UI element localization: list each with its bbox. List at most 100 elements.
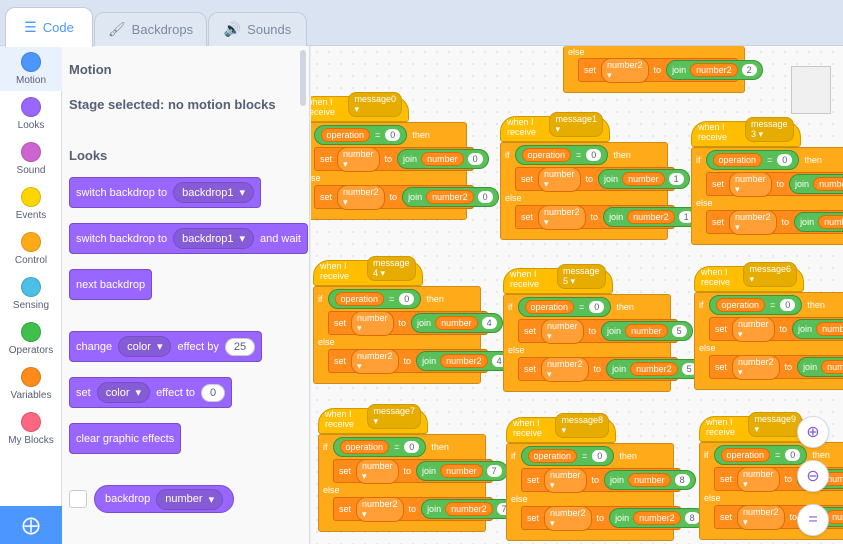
join-block[interactable]: join number2 3 [794, 212, 843, 232]
variable-reporter[interactable]: number2 [426, 190, 474, 204]
join-value[interactable]: 4 [481, 317, 497, 329]
variable-reporter[interactable]: number2 [821, 360, 843, 374]
variable-reporter[interactable]: number2 [818, 215, 843, 229]
join-value[interactable]: 1 [668, 173, 684, 185]
when-i-receive-hat[interactable]: when I receive message 3 ▾ [691, 117, 801, 147]
set-variable-block[interactable]: set number2 ▾ to join number2 1 [515, 204, 700, 230]
join-block[interactable]: join number 1 [598, 169, 690, 189]
variable-reporter[interactable]: number2 [633, 511, 681, 525]
join-block[interactable]: join number 7 [416, 461, 508, 481]
join-block[interactable]: join number2 8 [609, 508, 706, 528]
compare-value[interactable]: 0 [385, 129, 401, 141]
join-block[interactable]: join number2 7 [421, 499, 518, 519]
message-dropdown[interactable]: message7 ▾ [367, 404, 421, 429]
variable-reporter[interactable]: operation [712, 153, 763, 167]
if-else-block[interactable]: if operation = 0 then set number ▾ to jo… [311, 122, 499, 220]
variable-reporter[interactable]: number [622, 172, 665, 186]
join-value[interactable]: 0 [467, 153, 483, 165]
script-workspace[interactable]: else set number2 ▾ to join number2 2 whe… [311, 46, 843, 544]
variable-reporter[interactable]: number [813, 177, 843, 191]
script-message7[interactable]: when I receive message7 ▾ if operation =… [318, 404, 518, 532]
effect-amount-input[interactable]: 25 [224, 337, 256, 356]
add-extension-button[interactable]: ⨁ [0, 506, 62, 544]
join-block[interactable]: join number2 6 [797, 357, 843, 377]
equals-block[interactable]: operation = 0 [514, 145, 609, 165]
variable-reporter[interactable]: operation [320, 128, 371, 142]
join-block[interactable]: join number 8 [604, 470, 696, 490]
variable-dropdown[interactable]: number ▾ [351, 310, 394, 336]
script-message6[interactable]: when I receive message6 ▾ if operation =… [694, 262, 843, 390]
equals-block[interactable]: operation = 0 [713, 445, 808, 465]
set-variable-block[interactable]: set number2 ▾ to join number2 3 [706, 209, 843, 235]
variable-dropdown[interactable]: number ▾ [729, 171, 772, 197]
zoom-in-button[interactable]: ⊕ [797, 416, 829, 448]
set-variable-block[interactable]: set number2 ▾ to join number2 8 [521, 505, 706, 531]
variable-reporter[interactable]: number2 [630, 362, 678, 376]
palette-scrollbar[interactable] [300, 50, 306, 106]
set-variable-block[interactable]: set number ▾ to join number 4 [328, 310, 503, 336]
variable-dropdown[interactable]: number ▾ [544, 467, 587, 493]
join-block[interactable]: join number2 5 [606, 359, 703, 379]
category-operators[interactable]: Operators [0, 316, 62, 361]
variable-dropdown[interactable]: number2 ▾ [729, 209, 777, 235]
variable-dropdown[interactable]: number2 ▾ [351, 348, 399, 374]
join-block[interactable]: join number 3 [789, 174, 843, 194]
variable-reporter[interactable]: operation [715, 298, 766, 312]
tab-code[interactable]: ☰ Code [5, 7, 93, 47]
variable-reporter[interactable]: operation [720, 448, 771, 462]
variable-reporter[interactable]: number2 [445, 502, 493, 516]
variable-dropdown[interactable]: number2 ▾ [541, 356, 589, 382]
if-else-block[interactable]: if operation = 0 then set number ▾ to jo… [500, 142, 700, 240]
backdrop-dropdown[interactable]: backdrop1 ▾ [173, 228, 255, 249]
variable-reporter[interactable]: number [628, 473, 671, 487]
variable-reporter[interactable]: number2 [440, 354, 488, 368]
script-message-5[interactable]: when I receive message 5 ▾ if operation … [503, 264, 703, 392]
when-i-receive-hat[interactable]: when I receive message1 ▾ [500, 112, 610, 142]
if-else-block[interactable]: if operation = 0 then set number ▾ to jo… [691, 147, 843, 245]
variable-dropdown[interactable]: number2 ▾ [544, 505, 592, 531]
variable-reporter[interactable]: number [421, 152, 464, 166]
message-dropdown[interactable]: message 3 ▾ [745, 117, 794, 142]
backdrop-monitor-checkbox[interactable] [69, 490, 87, 508]
if-else-block[interactable]: if operation = 0 then set number ▾ to jo… [506, 443, 706, 541]
set-variable-block[interactable]: set number ▾ to join number 1 [515, 166, 690, 192]
set-variable-block[interactable]: set number2 ▾ to join number2 2 [578, 57, 763, 83]
next-backdrop-block[interactable]: next backdrop [69, 269, 153, 300]
variable-dropdown[interactable]: number ▾ [538, 166, 581, 192]
variable-reporter[interactable]: operation [339, 440, 390, 454]
set-variable-block[interactable]: set number2 ▾ to join number2 4 [328, 348, 513, 374]
variable-dropdown[interactable]: number2 ▾ [732, 354, 780, 380]
if-else-block[interactable]: if operation = 0 then set number ▾ to jo… [694, 292, 843, 390]
join-block[interactable]: join number 4 [411, 313, 503, 333]
set-variable-block[interactable]: set number ▾ to join number 3 [706, 171, 843, 197]
join-block[interactable]: join number2 2 [666, 60, 763, 80]
if-else-block[interactable]: if operation = 0 then set number ▾ to jo… [318, 434, 518, 532]
variable-dropdown[interactable]: number ▾ [541, 318, 584, 344]
if-else-block[interactable]: if operation = 0 then set number ▾ to jo… [313, 286, 513, 384]
variable-dropdown[interactable]: number ▾ [737, 466, 780, 492]
join-block[interactable]: join number 0 [397, 149, 489, 169]
script-message8[interactable]: when I receive message8 ▾ if operation =… [506, 413, 706, 541]
category-motion[interactable]: Motion [0, 46, 62, 91]
category-sensing[interactable]: Sensing [0, 271, 62, 316]
variable-dropdown[interactable]: number2 ▾ [601, 57, 649, 83]
script-message-3[interactable]: when I receive message 3 ▾ if operation … [691, 117, 843, 245]
backdrop-dropdown[interactable]: backdrop1 ▾ [173, 182, 255, 203]
effect-dropdown[interactable]: color ▾ [118, 336, 172, 357]
set-variable-block[interactable]: set number2 ▾ to join number2 5 [518, 356, 703, 382]
effect-value-input[interactable]: 0 [201, 383, 226, 402]
set-variable-block[interactable]: set number2 ▾ to join number2 7 [333, 496, 518, 522]
compare-value[interactable]: 0 [399, 293, 415, 305]
set-variable-block[interactable]: set number ▾ to join number 0 [314, 146, 489, 172]
join-block[interactable]: join number2 1 [603, 207, 700, 227]
join-value[interactable]: 8 [674, 474, 690, 486]
equals-block[interactable]: operation = 0 [705, 150, 800, 170]
when-i-receive-hat[interactable]: when I receive message7 ▾ [318, 404, 428, 434]
message-dropdown[interactable]: message 4 ▾ [367, 256, 416, 281]
compare-value[interactable]: 0 [777, 154, 793, 166]
when-i-receive-hat[interactable]: when I receive message6 ▾ [694, 262, 804, 292]
script-partial[interactable]: else set number2 ▾ to join number2 2 [563, 46, 763, 93]
variable-reporter[interactable]: number [625, 324, 668, 338]
variable-reporter[interactable]: number [816, 322, 843, 336]
message-dropdown[interactable]: message6 ▾ [743, 262, 797, 287]
